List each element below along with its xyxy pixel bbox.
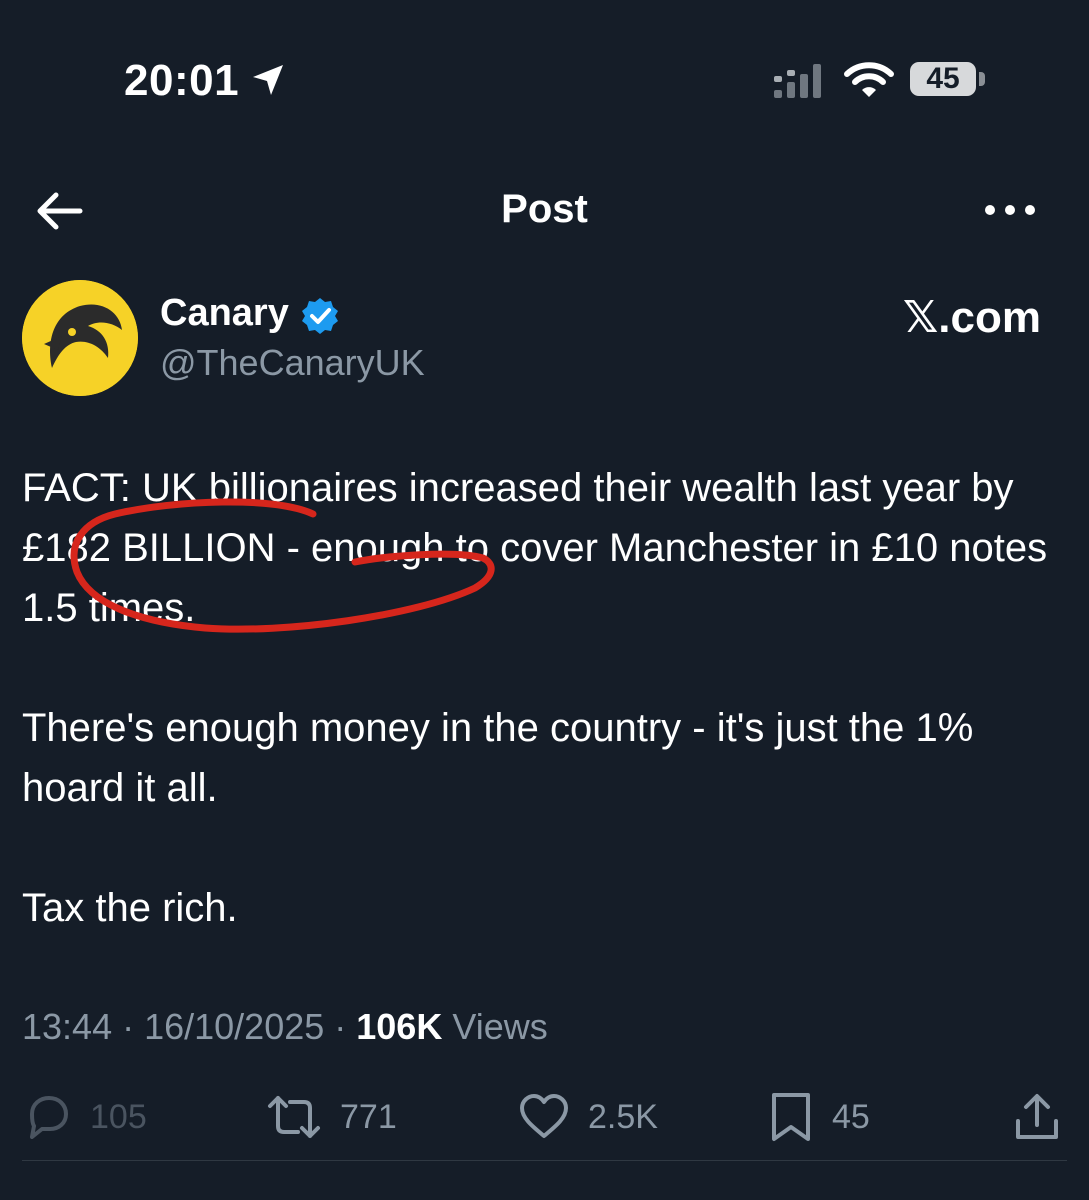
- post-text: FACT: UK billionaires increased their we…: [22, 458, 1072, 938]
- more-horizontal-icon: [985, 205, 1035, 215]
- post-header: Canary @TheCanaryUK 𝕏.com: [0, 270, 1089, 410]
- status-bar: 20:01 45: [0, 0, 1089, 160]
- post-timestamp: 13:44 · 16/10/2025 ·: [22, 1006, 347, 1047]
- views-count[interactable]: 106K: [356, 1006, 442, 1047]
- repost-button[interactable]: 771: [266, 1085, 397, 1149]
- heart-icon: [520, 1094, 568, 1138]
- like-count: 2.5K: [588, 1097, 658, 1136]
- battery-tip: [979, 72, 985, 86]
- x-com-watermark: 𝕏.com: [902, 293, 1041, 342]
- repost-icon: [268, 1096, 320, 1138]
- canary-logo-icon: [22, 280, 138, 396]
- reply-count: 105: [90, 1097, 147, 1136]
- repost-count: 771: [340, 1097, 397, 1136]
- bookmark-button[interactable]: 45: [768, 1085, 870, 1149]
- post-paragraph: There's enough money in the country - it…: [22, 706, 974, 810]
- author-handle[interactable]: @TheCanaryUK: [160, 342, 425, 384]
- page-title: Post: [501, 187, 588, 231]
- views-label: Views: [452, 1006, 548, 1047]
- battery-indicator: 45: [910, 62, 976, 96]
- cellular-signal-icon: [774, 64, 821, 98]
- reply-icon: [30, 1096, 68, 1139]
- wifi-icon: [844, 62, 894, 97]
- reply-button[interactable]: 105: [22, 1085, 147, 1149]
- bookmark-count: 45: [832, 1097, 870, 1136]
- author-name[interactable]: Canary: [160, 292, 289, 335]
- avatar[interactable]: [22, 280, 138, 396]
- share-icon: [1016, 1094, 1058, 1139]
- verified-badge-icon: [302, 298, 338, 334]
- post-paragraph: FACT: UK billionaires increased their we…: [22, 466, 1048, 630]
- like-button[interactable]: 2.5K: [518, 1085, 658, 1149]
- post-meta: 13:44 · 16/10/2025 · 106K Views: [22, 1006, 548, 1048]
- share-button[interactable]: [1012, 1085, 1062, 1149]
- divider: [22, 1160, 1067, 1161]
- bookmark-icon: [772, 1093, 810, 1141]
- location-arrow-icon: [253, 65, 283, 95]
- more-options-button[interactable]: [980, 195, 1040, 225]
- navigation-bar: Post: [0, 165, 1089, 257]
- action-bar: 105 771 2.5K 45: [0, 1085, 1089, 1149]
- post-paragraph: Tax the rich.: [22, 886, 238, 930]
- status-time: 20:01: [124, 56, 240, 105]
